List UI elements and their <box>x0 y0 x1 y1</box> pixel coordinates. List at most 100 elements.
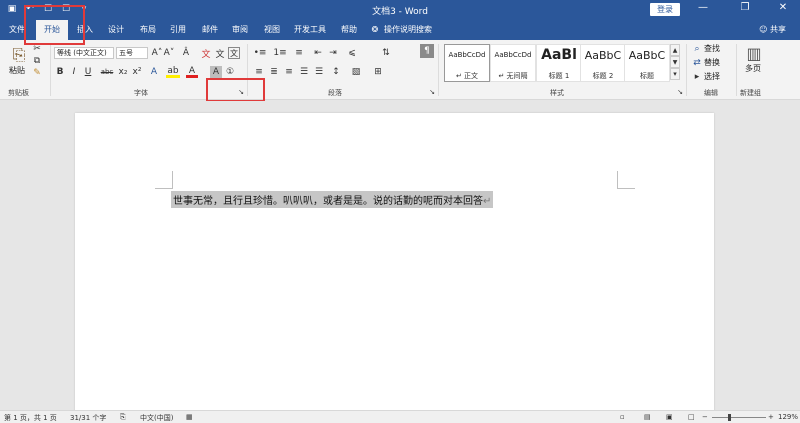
cut-icon[interactable]: ✂ <box>32 44 42 54</box>
document-page[interactable]: 世事无常，且行且珍惜。叭叭叭，或者是是。说的话勤的呢而对本回答↵ <box>75 113 714 413</box>
margin-corner <box>155 171 173 189</box>
zoom-in-icon[interactable]: + <box>768 413 774 421</box>
tab-mailings[interactable]: 邮件 <box>196 20 224 40</box>
style-sample: AaBl <box>541 47 577 63</box>
tab-help[interactable]: 帮助 <box>336 20 362 40</box>
select-button[interactable]: 选择 <box>704 72 720 82</box>
line-spacing-icon[interactable]: ↕ <box>330 66 342 78</box>
shrink-font-icon[interactable]: A˅ <box>163 47 175 59</box>
superscript-icon[interactable]: x² <box>131 66 143 78</box>
multipage-button[interactable]: 多页 <box>745 64 761 74</box>
sort-icon[interactable]: ⇅ <box>380 47 392 59</box>
zoom-slider[interactable] <box>712 417 766 418</box>
strikethrough-icon[interactable]: abc <box>100 66 114 78</box>
margin-corner <box>617 171 635 189</box>
paste-icon[interactable]: ⎘ <box>8 44 30 66</box>
print-layout-icon[interactable]: ▣ <box>666 413 673 421</box>
style-sample: AaBbCcDd <box>448 51 486 59</box>
separator <box>50 44 51 96</box>
styles-more-icon[interactable]: ▾ <box>670 68 680 80</box>
tab-developer[interactable]: 开发工具 <box>290 20 330 40</box>
multipage-icon[interactable]: ▥ <box>744 44 764 63</box>
share-label: 共享 <box>770 25 786 34</box>
distributed-icon[interactable]: ☰ <box>313 66 325 78</box>
phonetic-guide-icon[interactable]: 文 <box>214 47 226 60</box>
grow-font-icon[interactable]: A˄ <box>151 47 163 59</box>
separator <box>686 44 687 96</box>
tab-design[interactable]: 设计 <box>102 20 130 40</box>
character-shading-icon[interactable]: A <box>210 66 222 78</box>
tab-references[interactable]: 引用 <box>164 20 192 40</box>
zoom-slider-thumb[interactable] <box>728 414 731 421</box>
styles-scroll-down-icon[interactable]: ▼ <box>670 56 680 68</box>
center-icon[interactable]: ≣ <box>268 66 280 78</box>
separator <box>736 44 737 96</box>
paragraph-dialog-launcher-icon[interactable]: ↘ <box>428 88 436 96</box>
enclose-char-icon[interactable]: 文 <box>228 47 240 59</box>
shading-icon[interactable]: ▧ <box>350 66 362 78</box>
highlight-home-tab <box>24 5 85 45</box>
change-case-icon[interactable]: Â <box>180 47 192 59</box>
highlight-color-icon[interactable]: ab <box>166 66 180 78</box>
share-button[interactable]: ☺ 共享 <box>759 20 786 40</box>
subscript-icon[interactable]: x₂ <box>117 66 129 78</box>
minimize-icon[interactable]: — <box>696 2 710 13</box>
zoom-level[interactable]: 129% <box>778 413 798 421</box>
style-no-spacing[interactable]: AaBbCcDd ↵ 无间隔 <box>490 44 536 82</box>
replace-button[interactable]: 替换 <box>704 58 720 68</box>
style-sample: AaBbC <box>584 49 622 62</box>
styles-scroll-up-icon[interactable]: ▲ <box>670 44 680 56</box>
zoom-out-icon[interactable]: − <box>702 413 708 421</box>
macro-icon[interactable]: ▦ <box>186 413 193 421</box>
word-count[interactable]: 31/31 个字 <box>70 413 106 423</box>
tab-view[interactable]: 视图 <box>258 20 286 40</box>
styles-dialog-launcher-icon[interactable]: ↘ <box>676 88 684 96</box>
style-name: 标题 1 <box>548 72 570 80</box>
chinese-layout-icon[interactable]: ⩽ <box>345 47 359 59</box>
justify-icon[interactable]: ☰ <box>298 66 310 78</box>
underline-icon[interactable]: U <box>83 66 93 78</box>
document-text[interactable]: 世事无常，且行且珍惜。叭叭叭，或者是是。说的话勤的呢而对本回答↵ <box>171 191 494 208</box>
bullets-icon[interactable]: •≡ <box>252 47 268 59</box>
italic-icon[interactable]: I <box>69 66 79 78</box>
find-button[interactable]: 查找 <box>704 44 720 54</box>
web-layout-icon[interactable]: □ <box>688 413 695 421</box>
borders-icon[interactable]: ⊞ <box>372 66 384 78</box>
bold-icon[interactable]: B <box>55 66 65 78</box>
maximize-icon[interactable]: ❐ <box>738 2 752 13</box>
close-icon[interactable]: ✕ <box>776 2 790 13</box>
decrease-indent-icon[interactable]: ⇤ <box>312 47 324 59</box>
font-name-select[interactable]: 等线 (中文正文) <box>54 47 114 59</box>
tell-me-search[interactable]: 操作说明搜索 <box>384 20 444 40</box>
paste-button[interactable]: 粘贴 <box>9 66 25 76</box>
format-painter-icon[interactable]: ✎ <box>32 68 42 78</box>
style-sample: AaBbC <box>628 49 666 62</box>
style-title[interactable]: AaBbC 标题 <box>624 44 670 82</box>
focus-mode-icon[interactable]: ▫ <box>620 413 625 421</box>
tab-layout[interactable]: 布局 <box>134 20 162 40</box>
font-color-icon[interactable]: A <box>186 66 198 78</box>
show-marks-icon[interactable]: ¶ <box>420 44 434 58</box>
read-mode-icon[interactable]: ▤ <box>644 413 651 421</box>
tab-review[interactable]: 审阅 <box>226 20 254 40</box>
numbering-icon[interactable]: 1≡ <box>272 47 288 59</box>
style-sample: AaBbCcDd <box>494 51 532 59</box>
multilevel-list-icon[interactable]: ≡ <box>292 47 306 59</box>
page-count[interactable]: 第 1 页，共 1 页 <box>4 413 57 423</box>
align-left-icon[interactable]: ≡ <box>253 66 265 78</box>
font-size-select[interactable]: 五号 <box>116 47 148 59</box>
style-name: ↵ 无间隔 <box>498 72 528 80</box>
copy-icon[interactable]: ⧉ <box>32 56 42 66</box>
style-normal[interactable]: AaBbCcDd ↵ 正文 <box>444 44 490 82</box>
text-effects-icon[interactable]: A <box>148 66 160 78</box>
language-status[interactable]: 中文(中国) <box>140 413 173 423</box>
person-icon: ☺ <box>759 25 768 34</box>
enclosed-char-icon[interactable]: ① <box>224 66 236 78</box>
clear-formatting-icon[interactable]: 文 <box>200 47 212 60</box>
align-right-icon[interactable]: ≡ <box>283 66 295 78</box>
style-heading-1[interactable]: AaBl 标题 1 <box>536 44 582 82</box>
style-heading-2[interactable]: AaBbC 标题 2 <box>580 44 626 82</box>
separator <box>438 44 439 96</box>
increase-indent-icon[interactable]: ⇥ <box>327 47 339 59</box>
login-button[interactable]: 登录 <box>650 3 680 16</box>
